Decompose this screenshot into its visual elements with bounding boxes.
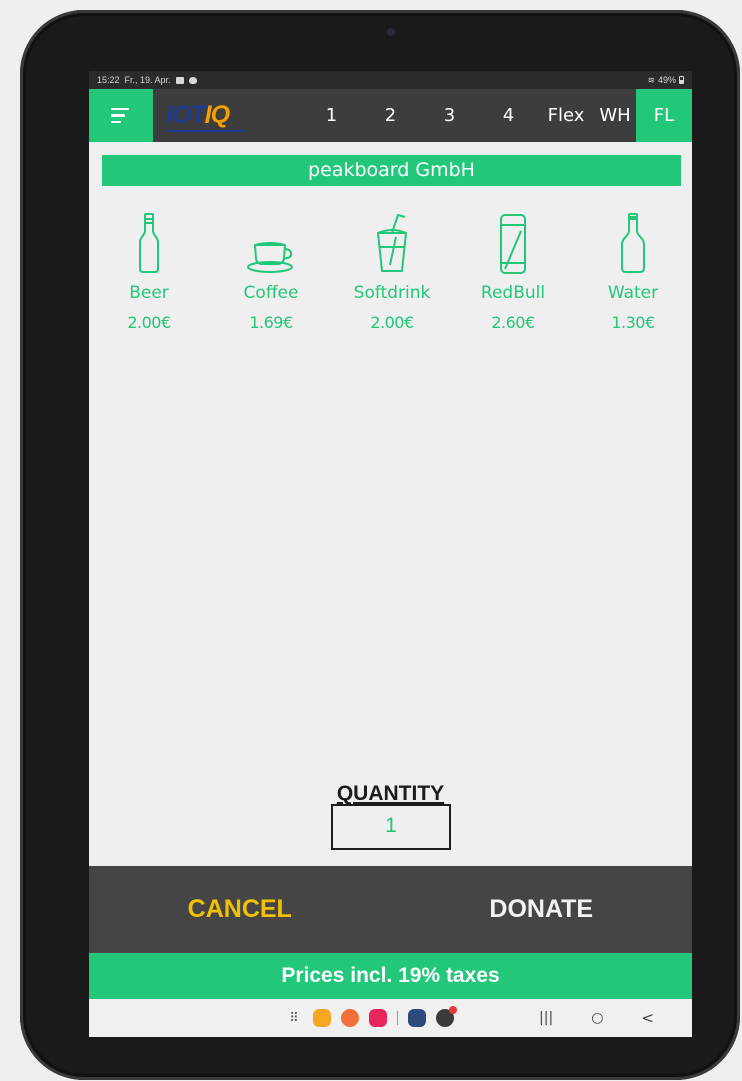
product-price: 2.60€ [491, 313, 535, 332]
system-nav-bar: ⠿ ||| ○ < [89, 999, 692, 1037]
softdrink-cup-icon [377, 214, 407, 272]
battery-percent: 49% [657, 75, 676, 85]
product-coffee[interactable]: Coffee 1.69€ [211, 211, 331, 332]
product-price: 2.00€ [127, 313, 171, 332]
gallery-notification-icon [175, 76, 184, 84]
recents-icon[interactable]: ||| [539, 1010, 553, 1026]
iotiq-logo: IOTIQ [166, 101, 258, 132]
tab-wh[interactable]: WH [594, 89, 636, 142]
shield-notification-icon [188, 76, 197, 84]
app-dock: ⠿ [285, 1006, 457, 1027]
company-banner: peakboard GmbH [102, 155, 681, 186]
beer-bottle-icon [139, 213, 159, 273]
dock-separator [397, 1011, 398, 1025]
tax-note: Prices incl. 19% taxes [89, 953, 692, 999]
product-redbull[interactable]: RedBull 2.60€ [453, 211, 573, 332]
coffee-cup-icon [247, 242, 293, 273]
tab-fl[interactable]: FL [636, 89, 692, 142]
top-nav-bar: IOTIQ 1 2 3 4 Flex WH FL [89, 89, 692, 142]
status-time: 15:22 [97, 75, 120, 85]
hamburger-menu-icon[interactable] [89, 89, 153, 142]
quantity-label: QUANTITY [336, 782, 445, 805]
donate-button[interactable]: DONATE [391, 895, 693, 924]
tab-bar: 1 2 3 4 Flex WH FL [302, 89, 692, 142]
product-price: 1.69€ [249, 313, 293, 332]
product-name: Beer [129, 283, 169, 303]
app-drawer-icon[interactable]: ⠿ [285, 1011, 303, 1026]
product-name: Coffee [243, 283, 299, 303]
water-bottle-icon [621, 213, 645, 273]
files-app-icon[interactable] [313, 1009, 331, 1027]
product-softdrink[interactable]: Softdrink 2.00€ [332, 211, 452, 332]
quantity-field[interactable]: 1 [331, 804, 451, 850]
camera-app-icon[interactable] [369, 1009, 387, 1027]
contacts-app-icon[interactable] [341, 1009, 359, 1027]
home-icon[interactable]: ○ [591, 1010, 603, 1026]
recent-app-icon[interactable] [408, 1009, 426, 1027]
can-icon [500, 214, 526, 274]
tab-4[interactable]: 4 [479, 89, 538, 142]
tab-2[interactable]: 2 [361, 89, 420, 142]
status-date: Fr., 19. Apr. [124, 75, 171, 85]
product-price: 1.30€ [611, 313, 655, 332]
action-bar: CANCEL DONATE [89, 866, 692, 953]
product-name: Water [607, 283, 659, 303]
app-screen: 15:22 Fr., 19. Apr. ≋ 49% IOTIQ 1 2 3 4 … [89, 71, 692, 1037]
product-beer[interactable]: Beer 2.00€ [89, 211, 209, 332]
product-price: 2.00€ [370, 313, 414, 332]
product-water[interactable]: Water 1.30€ [573, 211, 692, 332]
status-bar: 15:22 Fr., 19. Apr. ≋ 49% [89, 71, 692, 89]
back-icon[interactable]: < [641, 1009, 654, 1027]
battery-icon [679, 76, 684, 84]
product-name: Softdrink [353, 283, 431, 303]
product-name: RedBull [480, 283, 546, 303]
camera-icon [387, 28, 395, 36]
cancel-button[interactable]: CANCEL [89, 895, 391, 924]
tab-1[interactable]: 1 [302, 89, 361, 142]
tab-3[interactable]: 3 [420, 89, 479, 142]
tab-flex[interactable]: Flex [538, 89, 594, 142]
recent-app-2-icon[interactable] [436, 1006, 457, 1027]
wifi-icon: ≋ [647, 74, 655, 85]
